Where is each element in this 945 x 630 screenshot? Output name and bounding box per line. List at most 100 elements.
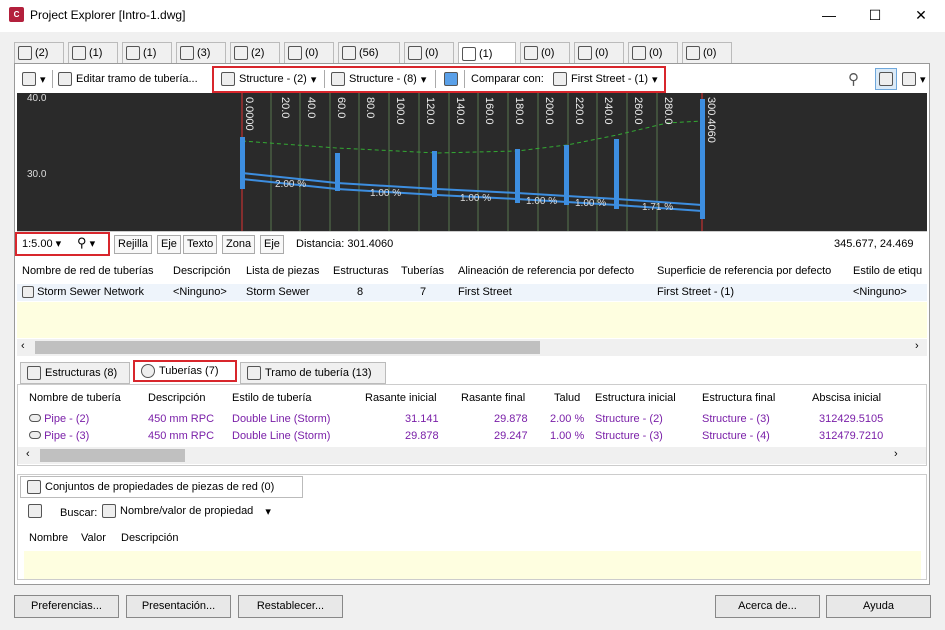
structure-icon	[331, 72, 345, 86]
station-label: 260.0	[632, 97, 644, 125]
new-menu-button[interactable]: ▾	[19, 68, 49, 90]
table-cell: 450 mm RPC	[148, 413, 215, 425]
separator	[52, 70, 53, 88]
scroll-left-icon[interactable]: ‹	[26, 448, 30, 460]
tab-pressure[interactable]: (0)	[404, 42, 454, 64]
table-cell[interactable]: Pipe - (3)	[29, 430, 89, 442]
column-header[interactable]: Rasante final	[461, 392, 525, 404]
profile-controls: 1:5.00 ▾ ⚲ ▾ Rejilla Eje Texto Zona Eje …	[15, 231, 927, 256]
tab-catchments[interactable]: (0)	[574, 42, 624, 64]
table-cell[interactable]: Pipe - (2)	[29, 413, 89, 425]
zoom-menu-button[interactable]: ⚲ ▾	[77, 235, 95, 251]
edit-property-button[interactable]	[28, 504, 42, 521]
structure-b-dropdown[interactable]: Structure - (8) ▾	[328, 68, 429, 90]
scroll-left-icon[interactable]: ‹	[21, 340, 25, 352]
column-header[interactable]: Superficie de referencia por defecto	[657, 265, 831, 277]
tab-surfaces[interactable]: (2)	[230, 42, 280, 64]
search-mode-dropdown[interactable]: Nombre/valor de propiedad ▾	[102, 504, 271, 518]
zoom-button[interactable]: ⚲	[845, 68, 862, 90]
tab-assemblies[interactable]: (1)	[122, 42, 172, 64]
axis2-toggle[interactable]: Eje	[260, 235, 284, 254]
scroll-right-icon[interactable]: ›	[894, 448, 898, 460]
station-label: 300.4060	[705, 97, 717, 143]
tab-pipe-networks[interactable]: (1)	[458, 42, 516, 65]
tab-sheets[interactable]: (0)	[682, 42, 732, 64]
pipe-run-icon	[247, 366, 261, 380]
point-icon	[632, 46, 646, 60]
zone-toggle[interactable]: Zona	[222, 235, 256, 254]
structure-a-dropdown[interactable]: Structure - (2) ▾	[218, 68, 319, 90]
station-label: 240.0	[602, 97, 614, 125]
preferences-button[interactable]: Preferencias...	[14, 595, 119, 618]
search-label: Buscar:	[60, 507, 98, 519]
column-header[interactable]: Alineación de referencia por defecto	[458, 265, 634, 277]
pipe-icon	[29, 414, 41, 422]
column-header[interactable]: Abscisa inicial	[812, 392, 881, 404]
tab-pipes[interactable]: Tuberías (7)	[133, 360, 237, 382]
list-view-button[interactable]	[875, 68, 897, 90]
scroll-thumb[interactable]	[40, 449, 185, 462]
edit-icon	[28, 504, 42, 518]
column-header[interactable]: Estilo de tubería	[232, 392, 312, 404]
tab-corridors[interactable]: (1)	[68, 42, 118, 64]
station-label: 120.0	[424, 97, 436, 125]
edit-run-button[interactable]: Editar tramo de tubería...	[55, 68, 201, 90]
column-header[interactable]: Nombre de tubería	[29, 392, 121, 404]
profile-view[interactable]: 40.0 30.0 0.0000 20.0 40.0 60.0 80.0 100…	[17, 93, 927, 231]
reset-button[interactable]: Restablecer...	[238, 595, 343, 618]
column-header[interactable]: Nombre	[29, 532, 68, 544]
column-header[interactable]: Valor	[81, 532, 106, 544]
table-cell: <Ninguno>	[173, 286, 227, 298]
slope-label: 1.00 %	[575, 198, 607, 209]
column-header[interactable]: Nombre de red de tuberías	[22, 265, 153, 277]
maximize-button[interactable]: ☐	[852, 0, 898, 30]
tab-structures[interactable]: Estructuras (8)	[20, 362, 130, 384]
table-cell: Structure - (3)	[702, 413, 770, 425]
column-header[interactable]: Estructura inicial	[595, 392, 676, 404]
help-button[interactable]: Ayuda	[826, 595, 931, 618]
slope-label: 1.71 %	[642, 202, 674, 213]
scroll-thumb[interactable]	[35, 341, 540, 354]
column-header[interactable]: Rasante inicial	[365, 392, 437, 404]
sparkle-icon	[22, 72, 36, 86]
tab-points[interactable]: (0)	[628, 42, 678, 64]
tab-sample-lines[interactable]: (3)	[176, 42, 226, 64]
text-toggle[interactable]: Texto	[183, 235, 218, 254]
column-header[interactable]: Tuberías	[401, 265, 444, 277]
column-header[interactable]: Descripción	[121, 532, 178, 544]
horizontal-scrollbar[interactable]: ‹ ›	[18, 447, 926, 464]
compare-dropdown[interactable]: First Street - (1) ▾	[550, 68, 661, 90]
lock-button[interactable]	[441, 68, 461, 90]
close-button[interactable]: ✕	[898, 0, 944, 30]
list-icon	[102, 504, 116, 518]
tab-pipe-runs[interactable]: Tramo de tubería (13)	[240, 362, 386, 384]
column-header[interactable]: Descripción	[148, 392, 205, 404]
column-header[interactable]: Estilo de etiqu	[853, 265, 922, 277]
tab-pressure-networks[interactable]: (0)	[520, 42, 570, 64]
scroll-right-icon[interactable]: ›	[915, 340, 919, 352]
column-header[interactable]: Descripción	[173, 265, 230, 277]
minimize-button[interactable]: —	[806, 0, 852, 30]
presentation-button[interactable]: Presentación...	[126, 595, 231, 618]
axis-toggle[interactable]: Eje	[157, 235, 181, 254]
column-header[interactable]: Lista de piezas	[246, 265, 319, 277]
column-header[interactable]: Estructuras	[333, 265, 389, 277]
column-header[interactable]: Talud	[554, 392, 580, 404]
about-button[interactable]: Acerca de...	[715, 595, 820, 618]
table-cell: Storm Sewer	[246, 286, 310, 298]
grid-toggle[interactable]: Rejilla	[114, 235, 152, 254]
horizontal-scrollbar[interactable]: ‹ ›	[17, 339, 927, 356]
sample-line-icon	[180, 46, 194, 60]
edit-run-icon	[58, 72, 72, 86]
station-label: 280.0	[662, 97, 674, 125]
tab-property-sets[interactable]: Conjuntos de propiedades de piezas de re…	[20, 476, 303, 498]
column-header[interactable]: Estructura final	[702, 392, 775, 404]
table-cell: 8	[357, 286, 364, 298]
view-menu-button[interactable]: ▾	[899, 68, 929, 90]
tab-alignments[interactable]: (2)	[14, 42, 64, 64]
tab-parcels[interactable]: (56)	[338, 42, 400, 64]
scale-dropdown[interactable]: 1:5.00 ▾	[22, 237, 61, 250]
tab-feature-lines[interactable]: (0)	[284, 42, 334, 64]
slope-label: 1.00 %	[370, 188, 402, 199]
table-cell: 29.247	[494, 430, 528, 442]
